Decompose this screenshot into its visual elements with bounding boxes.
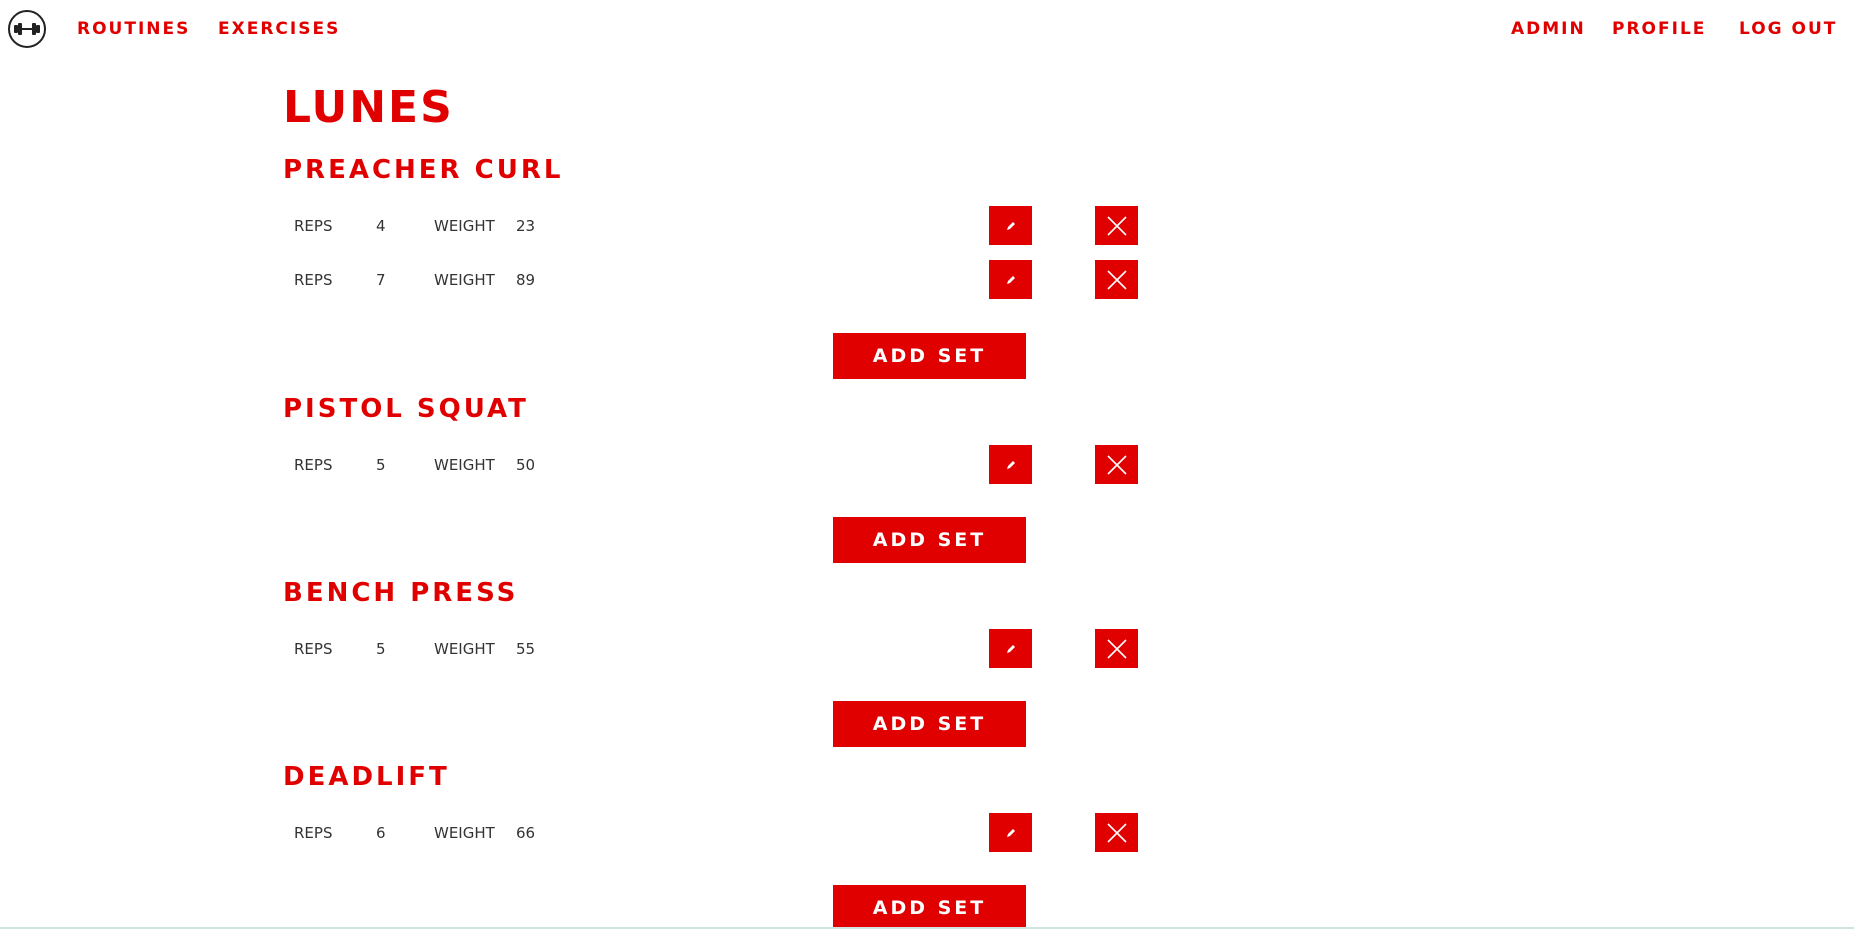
close-icon: [1106, 215, 1127, 236]
reps-value: 6: [376, 824, 386, 842]
pencil-icon: [1006, 221, 1015, 230]
edit-set-button[interactable]: [989, 206, 1032, 245]
pencil-icon: [1006, 275, 1015, 284]
reps-label: REPS: [294, 824, 333, 842]
pencil-icon: [1006, 828, 1015, 837]
weight-label: WEIGHT: [434, 217, 495, 235]
delete-set-button[interactable]: [1095, 629, 1138, 668]
delete-set-button[interactable]: [1095, 260, 1138, 299]
set-row: REPS 5 WEIGHT 50: [0, 444, 1854, 484]
add-set-button[interactable]: ADD SET: [833, 333, 1026, 379]
exercise-title: PISTOL SQUAT: [283, 394, 529, 424]
weight-value: 89: [516, 271, 536, 289]
dumbbell-icon[interactable]: [8, 10, 46, 48]
pencil-icon: [1006, 644, 1015, 653]
reps-value: 5: [376, 456, 386, 474]
routine-title: LUNES: [283, 82, 454, 133]
close-icon: [1106, 638, 1127, 659]
edit-set-button[interactable]: [989, 445, 1032, 484]
set-row: REPS 4 WEIGHT 23: [0, 205, 1854, 245]
page: ROUTINES EXERCISES ADMIN PROFILE LOG OUT…: [0, 0, 1854, 929]
set-row: REPS 7 WEIGHT 89: [0, 259, 1854, 299]
weight-label: WEIGHT: [434, 271, 495, 289]
weight-label: WEIGHT: [434, 640, 495, 658]
reps-label: REPS: [294, 456, 333, 474]
close-icon: [1106, 822, 1127, 843]
set-row: REPS 5 WEIGHT 55: [0, 628, 1854, 668]
weight-label: WEIGHT: [434, 456, 495, 474]
weight-value: 66: [516, 824, 536, 842]
weight-value: 50: [516, 456, 536, 474]
nav-exercises-link[interactable]: EXERCISES: [218, 19, 340, 39]
add-set-button[interactable]: ADD SET: [833, 517, 1026, 563]
weight-label: WEIGHT: [434, 824, 495, 842]
weight-value: 23: [516, 217, 536, 235]
delete-set-button[interactable]: [1095, 445, 1138, 484]
reps-value: 4: [376, 217, 386, 235]
add-set-button[interactable]: ADD SET: [833, 701, 1026, 747]
navbar: ROUTINES EXERCISES ADMIN PROFILE LOG OUT: [0, 0, 1854, 58]
delete-set-button[interactable]: [1095, 813, 1138, 852]
weight-value: 55: [516, 640, 536, 658]
reps-label: REPS: [294, 217, 333, 235]
nav-admin-link[interactable]: ADMIN: [1511, 19, 1586, 39]
exercise-title: PREACHER CURL: [283, 155, 564, 185]
pencil-icon: [1006, 460, 1015, 469]
nav-logout-link[interactable]: LOG OUT: [1739, 19, 1837, 39]
delete-set-button[interactable]: [1095, 206, 1138, 245]
reps-label: REPS: [294, 640, 333, 658]
edit-set-button[interactable]: [989, 629, 1032, 668]
set-row: REPS 6 WEIGHT 66: [0, 812, 1854, 852]
reps-value: 7: [376, 271, 386, 289]
reps-label: REPS: [294, 271, 333, 289]
edit-set-button[interactable]: [989, 260, 1032, 299]
add-set-button[interactable]: ADD SET: [833, 885, 1026, 929]
close-icon: [1106, 269, 1127, 290]
nav-routines-link[interactable]: ROUTINES: [77, 19, 190, 39]
nav-profile-link[interactable]: PROFILE: [1612, 19, 1706, 39]
edit-set-button[interactable]: [989, 813, 1032, 852]
reps-value: 5: [376, 640, 386, 658]
exercise-title: DEADLIFT: [283, 762, 450, 792]
exercise-title: BENCH PRESS: [283, 578, 519, 608]
close-icon: [1106, 454, 1127, 475]
